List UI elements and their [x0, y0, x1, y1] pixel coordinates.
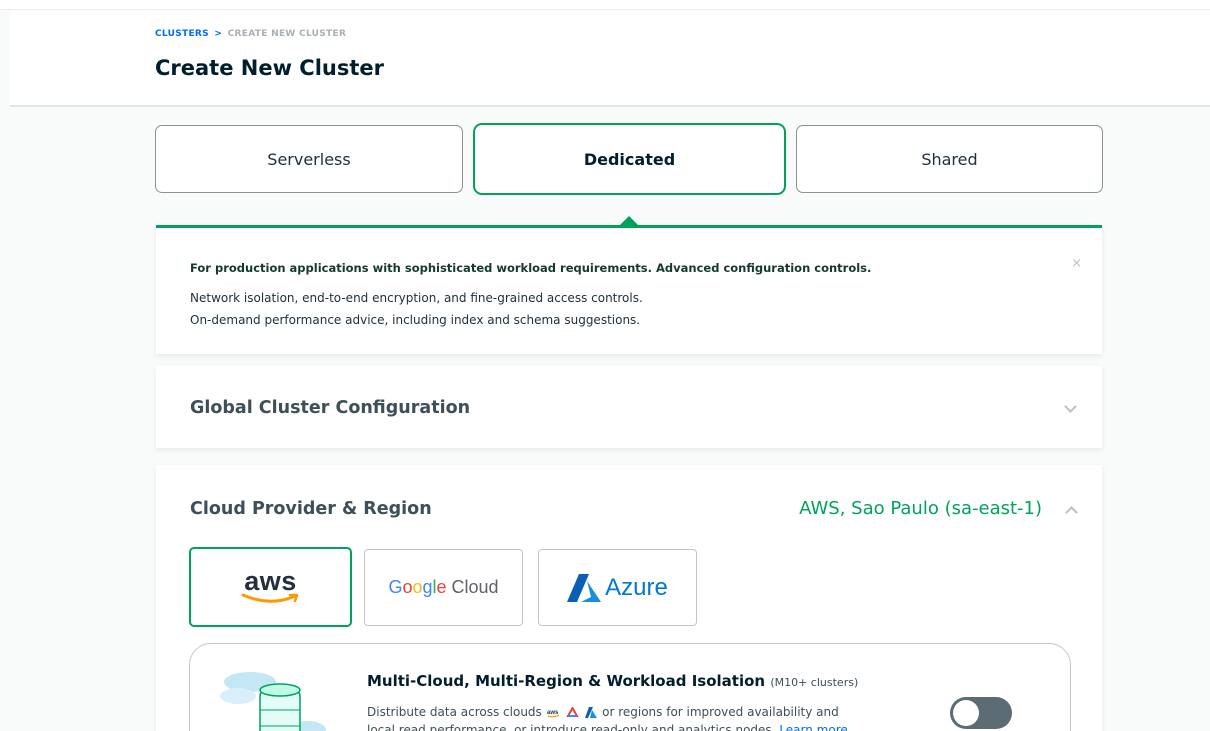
feature-title: Multi-Cloud, Multi-Region & Workload Iso… — [367, 672, 858, 690]
close-icon[interactable]: × — [1071, 256, 1082, 271]
top-strip — [0, 0, 1210, 10]
google-cloud-mini-icon — [566, 707, 580, 717]
breadcrumb-current: CREATE NEW CLUSTER — [227, 29, 347, 39]
multi-cloud-illustration-icon — [220, 672, 326, 731]
feature-description: Distribute data across clouds aws or reg… — [367, 701, 927, 723]
tier-dedicated-button[interactable]: Dedicated — [473, 123, 786, 195]
page-header: CLUSTERS > CREATE NEW CLUSTER Create New… — [10, 10, 1210, 107]
provider-azure-button[interactable]: Azure — [538, 549, 697, 626]
chevron-up-icon[interactable] — [1065, 506, 1078, 519]
cloud-provider-section: Cloud Provider & Region AWS, Sao Paulo (… — [156, 465, 1102, 731]
multi-cloud-toggle[interactable] — [950, 697, 1012, 729]
learn-more-link[interactable]: Learn more — [779, 723, 847, 731]
feature-description-line2: local read performance, or introduce rea… — [367, 723, 848, 731]
chevron-down-icon[interactable] — [1064, 400, 1077, 413]
breadcrumb-separator: > — [214, 29, 223, 39]
multi-cloud-feature-card: Multi-Cloud, Multi-Region & Workload Iso… — [189, 643, 1071, 731]
section-title: Global Cluster Configuration — [190, 398, 471, 418]
feature-desc-line2-text: local read performance, or introduce rea… — [367, 723, 776, 731]
page-title: Create New Cluster — [155, 56, 385, 80]
breadcrumb: CLUSTERS > CREATE NEW CLUSTER — [155, 29, 346, 39]
tier-serverless-button[interactable]: Serverless — [155, 125, 463, 193]
provider-aws-button[interactable]: aws — [189, 547, 352, 627]
tier-info-card: For production applications with sophist… — [156, 225, 1102, 354]
feature-desc-after: or regions for improved availability and — [602, 705, 839, 719]
feature-note: (M10+ clusters) — [770, 676, 859, 689]
tier-shared-button[interactable]: Shared — [796, 125, 1103, 193]
feature-desc-before: Distribute data across clouds — [367, 705, 542, 719]
breadcrumb-clusters-link[interactable]: CLUSTERS — [155, 29, 209, 39]
selected-tier-caret — [620, 216, 638, 225]
aws-mini-icon: aws — [547, 710, 559, 717]
aws-wordmark: aws — [244, 566, 297, 596]
tier-info-headline: For production applications with sophist… — [190, 261, 872, 275]
svg-text:aws: aws — [547, 710, 559, 716]
azure-mini-icon — [585, 707, 598, 718]
global-cluster-config-section[interactable]: Global Cluster Configuration — [156, 366, 1102, 448]
provider-google-cloud-button[interactable]: Google Cloud — [364, 549, 523, 626]
google-cloud-logo: Google Cloud — [388, 577, 499, 597]
azure-logo-icon — [567, 573, 602, 602]
feature-title-text: Multi-Cloud, Multi-Region & Workload Iso… — [367, 672, 766, 690]
provider-region-summary: AWS, Sao Paulo (sa-east-1) — [799, 498, 1042, 519]
tier-info-line: Network isolation, end-to-end encryption… — [190, 291, 643, 305]
toggle-knob — [953, 700, 979, 726]
aws-logo: aws — [239, 566, 303, 605]
tier-info-line: On-demand performance advice, including … — [190, 313, 641, 327]
section-title: Cloud Provider & Region — [190, 499, 432, 519]
azure-wordmark: Azure — [605, 573, 668, 601]
